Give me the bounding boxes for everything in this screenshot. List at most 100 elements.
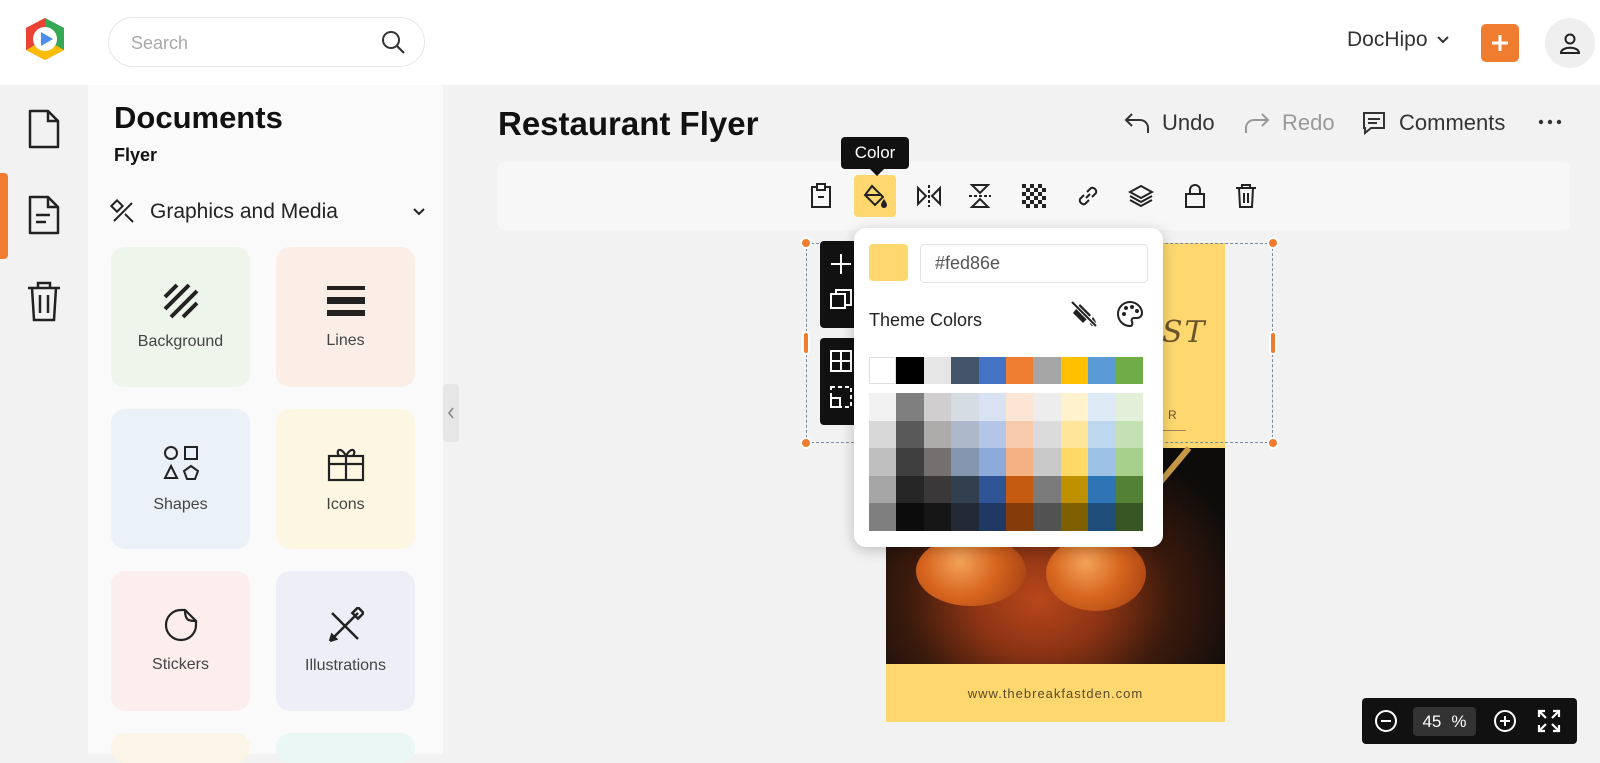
- tile-icons[interactable]: Icons: [276, 409, 415, 549]
- collapse-panel-button[interactable]: [443, 384, 459, 442]
- delete-icon[interactable]: [1225, 175, 1267, 217]
- color-swatch[interactable]: [1088, 420, 1116, 449]
- tile-lines[interactable]: Lines: [276, 247, 415, 387]
- color-swatch[interactable]: [978, 420, 1006, 449]
- tile-partial[interactable]: [276, 733, 415, 763]
- color-swatch[interactable]: [1033, 357, 1061, 384]
- color-swatch[interactable]: [1115, 393, 1143, 421]
- color-swatch[interactable]: [951, 393, 979, 421]
- color-swatch[interactable]: [951, 475, 979, 504]
- tile-illustrations[interactable]: Illustrations: [276, 571, 415, 711]
- color-swatch[interactable]: [1088, 393, 1116, 421]
- color-swatch[interactable]: [1060, 475, 1089, 504]
- color-swatch[interactable]: [1115, 420, 1143, 449]
- no-color-icon[interactable]: [1070, 300, 1098, 330]
- color-swatch[interactable]: [1060, 503, 1089, 531]
- color-swatch[interactable]: [978, 448, 1006, 476]
- color-swatch[interactable]: [978, 503, 1006, 531]
- color-swatch[interactable]: [978, 357, 1006, 384]
- search-icon[interactable]: [380, 29, 406, 55]
- transparency-icon[interactable]: [1013, 175, 1055, 217]
- fullscreen-icon[interactable]: [1537, 709, 1561, 733]
- color-swatch[interactable]: [896, 393, 924, 421]
- color-swatch[interactable]: [1088, 357, 1116, 384]
- color-swatch[interactable]: [1088, 475, 1116, 504]
- zoom-in-icon[interactable]: [1493, 709, 1517, 733]
- tile-background[interactable]: Background: [111, 247, 250, 387]
- color-swatch[interactable]: [896, 448, 924, 476]
- color-swatch[interactable]: [951, 448, 979, 476]
- color-swatch[interactable]: [1033, 393, 1061, 421]
- resize-handle[interactable]: [800, 437, 812, 449]
- color-swatch[interactable]: [1115, 475, 1143, 504]
- color-swatch[interactable]: [978, 393, 1006, 421]
- color-swatch[interactable]: [1060, 448, 1089, 476]
- workspace-menu[interactable]: DocHipo: [1347, 28, 1450, 52]
- select-area-icon[interactable]: [830, 386, 852, 408]
- search-input[interactable]: [131, 31, 371, 55]
- undo-button[interactable]: Undo: [1124, 110, 1215, 136]
- flip-horizontal-icon[interactable]: [908, 175, 950, 217]
- color-swatch[interactable]: [869, 420, 897, 449]
- add-icon[interactable]: [830, 253, 852, 275]
- color-swatch[interactable]: [896, 475, 924, 504]
- color-swatch[interactable]: [1088, 503, 1116, 531]
- color-swatch[interactable]: [1115, 448, 1143, 476]
- color-swatch[interactable]: [1005, 357, 1034, 384]
- tile-shapes[interactable]: Shapes: [111, 409, 250, 549]
- color-swatch[interactable]: [951, 420, 979, 449]
- resize-handle[interactable]: [802, 331, 810, 355]
- color-swatch[interactable]: [896, 420, 924, 449]
- color-swatch[interactable]: [1005, 393, 1034, 421]
- color-swatch[interactable]: [1033, 503, 1061, 531]
- tile-partial[interactable]: [111, 733, 250, 763]
- category-dropdown[interactable]: Graphics and Media: [110, 194, 426, 230]
- link-icon[interactable]: [1067, 175, 1109, 217]
- grid-icon[interactable]: [830, 350, 852, 372]
- color-swatch[interactable]: [1033, 448, 1061, 476]
- lock-icon[interactable]: [1174, 175, 1216, 217]
- workspace-name[interactable]: DocHipo: [1347, 28, 1428, 52]
- hex-color-input[interactable]: [920, 244, 1148, 283]
- color-swatch[interactable]: [923, 357, 952, 384]
- create-new-button[interactable]: [1481, 24, 1519, 62]
- color-swatch[interactable]: [1060, 357, 1089, 384]
- color-swatch[interactable]: [1060, 420, 1089, 449]
- layers-icon[interactable]: [1120, 175, 1162, 217]
- color-swatch[interactable]: [1115, 503, 1143, 531]
- color-swatch[interactable]: [869, 475, 897, 504]
- color-swatch[interactable]: [1088, 448, 1116, 476]
- color-swatch[interactable]: [951, 503, 979, 531]
- duplicate-icon[interactable]: [830, 289, 852, 311]
- color-swatch[interactable]: [1033, 475, 1061, 504]
- flip-vertical-icon[interactable]: [959, 175, 1001, 217]
- color-swatch[interactable]: [896, 357, 924, 384]
- resize-handle[interactable]: [1267, 437, 1279, 449]
- search-box[interactable]: [108, 17, 425, 67]
- color-swatch[interactable]: [923, 393, 952, 421]
- zoom-out-icon[interactable]: [1374, 709, 1398, 733]
- documents-icon[interactable]: [26, 194, 62, 236]
- paste-icon[interactable]: [800, 175, 842, 217]
- color-swatch[interactable]: [978, 475, 1006, 504]
- redo-button[interactable]: Redo: [1244, 110, 1335, 136]
- color-swatch[interactable]: [923, 448, 952, 476]
- trash-icon[interactable]: [26, 280, 62, 322]
- color-swatch[interactable]: [869, 357, 897, 384]
- color-swatch[interactable]: [896, 503, 924, 531]
- color-swatch[interactable]: [1060, 393, 1089, 421]
- color-swatch[interactable]: [951, 357, 979, 384]
- fill-color-icon[interactable]: [854, 175, 896, 217]
- color-swatch[interactable]: [1033, 420, 1061, 449]
- resize-handle[interactable]: [800, 237, 812, 249]
- user-avatar[interactable]: [1545, 18, 1595, 68]
- color-swatch[interactable]: [869, 448, 897, 476]
- color-swatch[interactable]: [1005, 448, 1034, 476]
- palette-icon[interactable]: [1116, 300, 1144, 328]
- color-swatch[interactable]: [1005, 503, 1034, 531]
- document-title[interactable]: Restaurant Flyer: [498, 105, 758, 143]
- tile-stickers[interactable]: Stickers: [111, 571, 250, 711]
- flyer-url[interactable]: www.thebreakfastden.com: [886, 686, 1225, 701]
- color-swatch[interactable]: [869, 503, 897, 531]
- color-swatch[interactable]: [1005, 420, 1034, 449]
